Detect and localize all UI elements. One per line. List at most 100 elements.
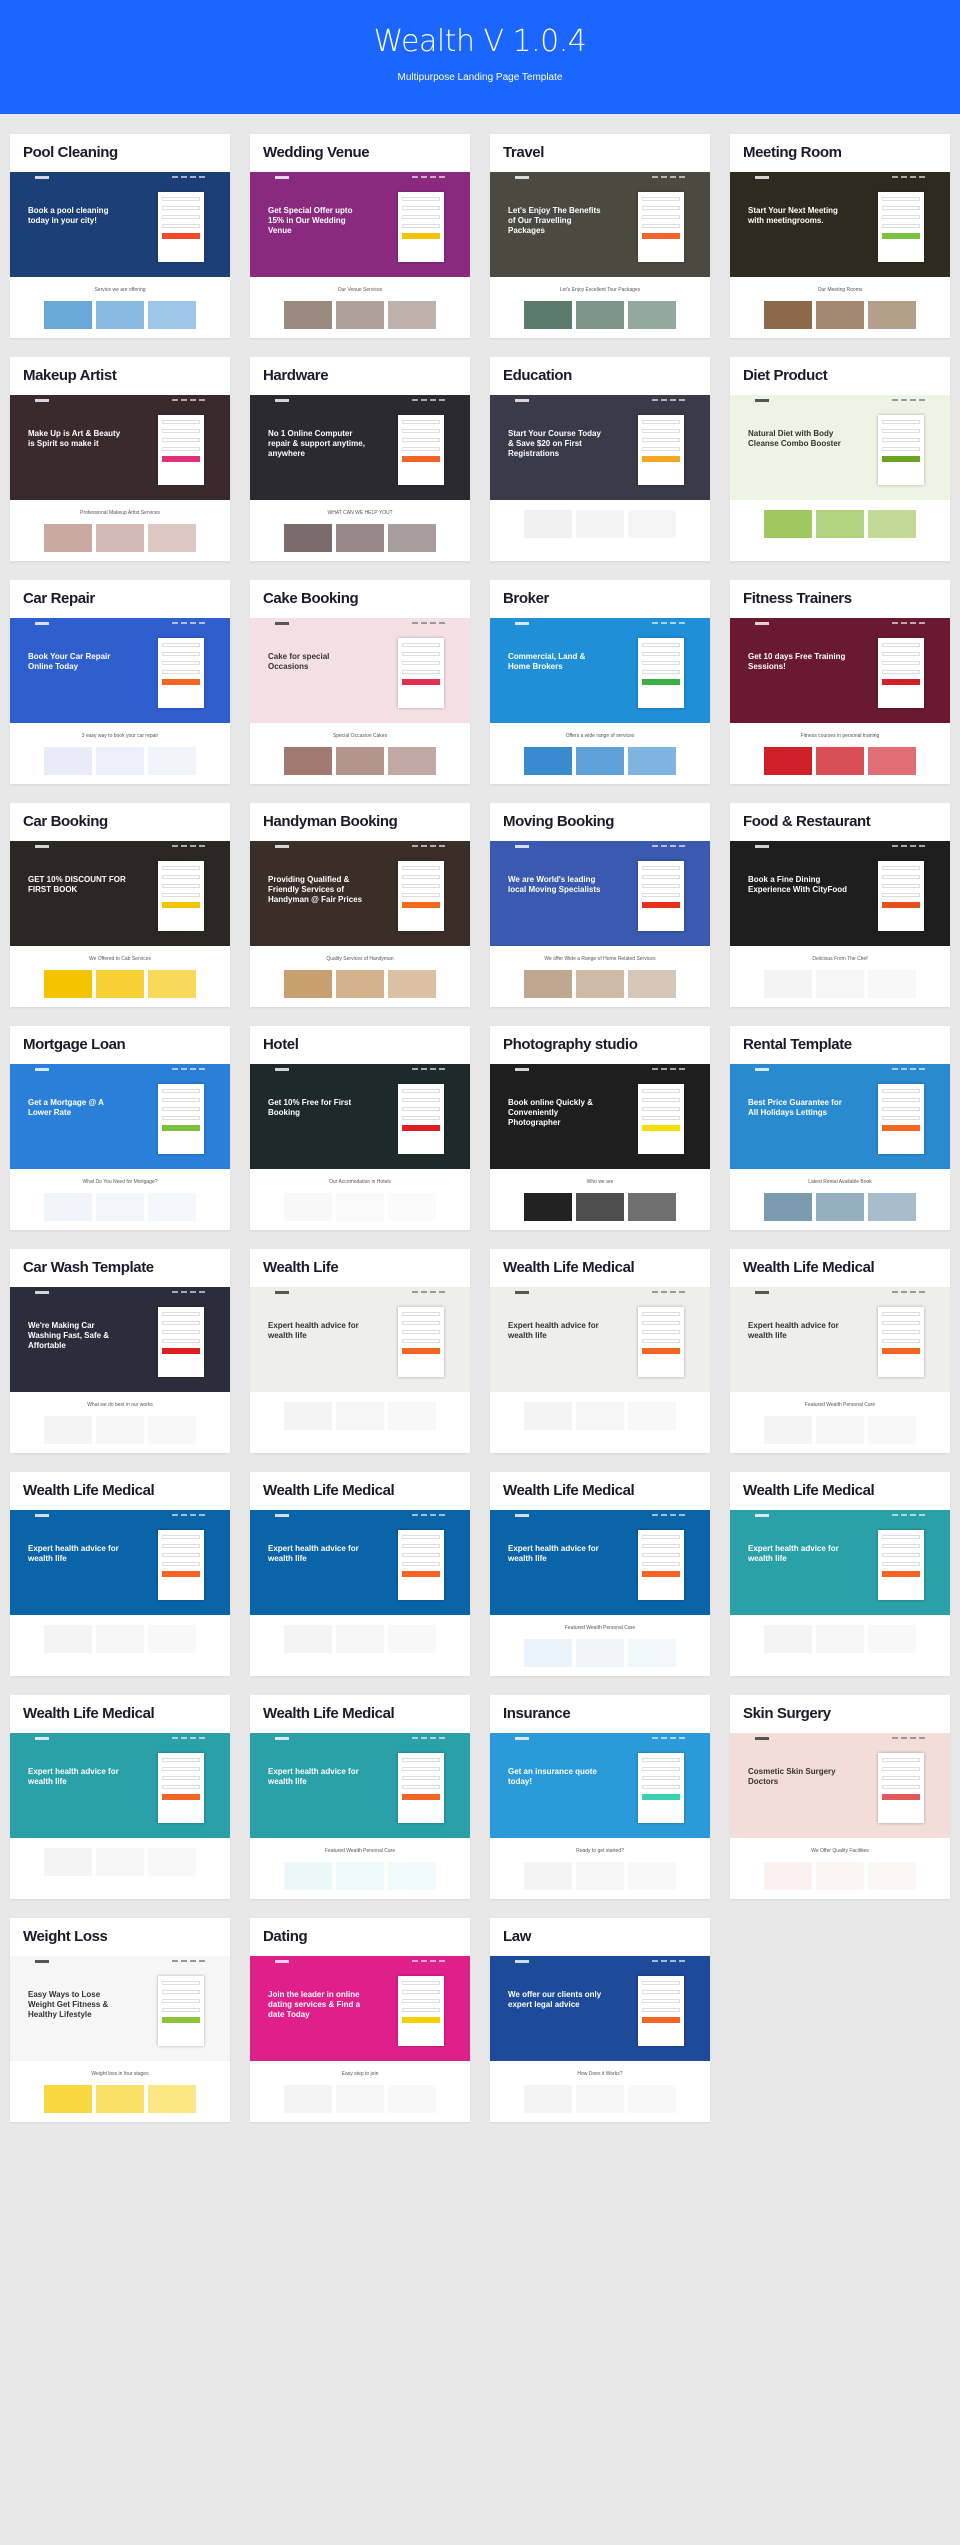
template-card[interactable]: Wealth Life Medical Expert health advice… — [10, 1472, 230, 1676]
template-title[interactable]: Wealth Life Medical — [10, 1695, 230, 1733]
template-preview-image[interactable]: Book a pool cleaning today in your city!… — [10, 172, 230, 338]
template-card[interactable]: Travel Let's Enjoy The Benefits of Our T… — [490, 134, 710, 338]
template-title[interactable]: Diet Product — [730, 357, 950, 395]
template-card[interactable]: Skin Surgery Cosmetic Skin Surgery Docto… — [730, 1695, 950, 1899]
template-card[interactable]: Weight Loss Easy Ways to Lose Weight Get… — [10, 1918, 230, 2122]
template-title[interactable]: Law — [490, 1918, 710, 1956]
template-preview-image[interactable]: Expert health advice for wealth life — [730, 1510, 950, 1676]
template-preview-image[interactable]: Book Your Car Repair Online Today 3 easy… — [10, 618, 230, 784]
template-preview-image[interactable]: Expert health advice for wealth life Fea… — [730, 1287, 950, 1453]
template-preview-image[interactable]: Expert health advice for wealth life Fea… — [250, 1733, 470, 1899]
template-title[interactable]: Wealth Life Medical — [490, 1249, 710, 1287]
template-card[interactable]: Wealth Life Medical Expert health advice… — [250, 1695, 470, 1899]
template-card[interactable]: Insurance Get an insurance quote today! … — [490, 1695, 710, 1899]
template-card[interactable]: Pool Cleaning Book a pool cleaning today… — [10, 134, 230, 338]
template-card[interactable]: Mortgage Loan Get a Mortgage @ A Lower R… — [10, 1026, 230, 1230]
template-preview-image[interactable]: Get an insurance quote today! Ready to g… — [490, 1733, 710, 1899]
template-card[interactable]: Makeup Artist Make Up is Art & Beauty is… — [10, 357, 230, 561]
template-preview-image[interactable]: Join the leader in online dating service… — [250, 1956, 470, 2122]
template-preview-image[interactable]: Best Price Guarantee for All Holidays Le… — [730, 1064, 950, 1230]
template-preview-image[interactable]: Expert health advice for wealth life — [250, 1510, 470, 1676]
template-preview-image[interactable]: Cosmetic Skin Surgery Doctors We Offer Q… — [730, 1733, 950, 1899]
template-preview-image[interactable]: Start Your Course Today & Save $20 on Fi… — [490, 395, 710, 561]
template-card[interactable]: Cake Booking Cake for special Occasions … — [250, 580, 470, 784]
template-title[interactable]: Wealth Life — [250, 1249, 470, 1287]
template-card[interactable]: Law We offer our clients only expert leg… — [490, 1918, 710, 2122]
template-title[interactable]: Wealth Life Medical — [10, 1472, 230, 1510]
template-preview-image[interactable]: No 1 Online Computer repair & support an… — [250, 395, 470, 561]
template-title[interactable]: Hotel — [250, 1026, 470, 1064]
template-title[interactable]: Skin Surgery — [730, 1695, 950, 1733]
template-card[interactable]: Wealth Life Medical Expert health advice… — [730, 1472, 950, 1676]
template-title[interactable]: Car Repair — [10, 580, 230, 618]
template-card[interactable]: Handyman Booking Providing Qualified & F… — [250, 803, 470, 1007]
template-card[interactable]: Hotel Get 10% Free for First Booking Our… — [250, 1026, 470, 1230]
template-title[interactable]: Mortgage Loan — [10, 1026, 230, 1064]
template-preview-image[interactable]: We're Making Car Washing Fast, Safe & Af… — [10, 1287, 230, 1453]
template-card[interactable]: Wealth Life Expert health advice for wea… — [250, 1249, 470, 1453]
template-title[interactable]: Photography studio — [490, 1026, 710, 1064]
template-title[interactable]: Fitness Trainers — [730, 580, 950, 618]
template-title[interactable]: Car Booking — [10, 803, 230, 841]
template-title[interactable]: Travel — [490, 134, 710, 172]
template-title[interactable]: Makeup Artist — [10, 357, 230, 395]
template-title[interactable]: Handyman Booking — [250, 803, 470, 841]
template-preview-image[interactable]: Start Your Next Meeting with meetingroom… — [730, 172, 950, 338]
template-title[interactable]: Food & Restaurant — [730, 803, 950, 841]
template-card[interactable]: Wealth Life Medical Expert health advice… — [490, 1249, 710, 1453]
template-preview-image[interactable]: Get 10 days Free Training Sessions! Fitn… — [730, 618, 950, 784]
template-card[interactable]: Car Repair Book Your Car Repair Online T… — [10, 580, 230, 784]
template-title[interactable]: Wealth Life Medical — [250, 1695, 470, 1733]
template-preview-image[interactable]: Expert health advice for wealth life — [10, 1510, 230, 1676]
template-card[interactable]: Hardware No 1 Online Computer repair & s… — [250, 357, 470, 561]
template-preview-image[interactable]: Expert health advice for wealth life Fea… — [490, 1510, 710, 1676]
template-title[interactable]: Wealth Life Medical — [490, 1472, 710, 1510]
template-card[interactable]: Moving Booking We are World's leading lo… — [490, 803, 710, 1007]
template-preview-image[interactable]: Easy Ways to Lose Weight Get Fitness & H… — [10, 1956, 230, 2122]
template-preview-image[interactable]: Get 10% Free for First Booking Our Accom… — [250, 1064, 470, 1230]
template-card[interactable]: Wealth Life Medical Expert health advice… — [10, 1695, 230, 1899]
template-title[interactable]: Education — [490, 357, 710, 395]
template-card[interactable]: Photography studio Book online Quickly &… — [490, 1026, 710, 1230]
template-preview-image[interactable]: Get a Mortgage @ A Lower Rate What Do Yo… — [10, 1064, 230, 1230]
template-preview-image[interactable]: We offer our clients only expert legal a… — [490, 1956, 710, 2122]
template-preview-image[interactable]: Commercial, Land & Home Brokers Offers a… — [490, 618, 710, 784]
template-title[interactable]: Moving Booking — [490, 803, 710, 841]
template-card[interactable]: Broker Commercial, Land & Home Brokers O… — [490, 580, 710, 784]
template-title[interactable]: Weight Loss — [10, 1918, 230, 1956]
template-title[interactable]: Wedding Venue — [250, 134, 470, 172]
template-title[interactable]: Wealth Life Medical — [250, 1472, 470, 1510]
template-preview-image[interactable]: Expert health advice for wealth life — [490, 1287, 710, 1453]
template-card[interactable]: Dating Join the leader in online dating … — [250, 1918, 470, 2122]
template-preview-image[interactable]: Cake for special Occasions Special Occas… — [250, 618, 470, 784]
template-title[interactable]: Insurance — [490, 1695, 710, 1733]
template-card[interactable]: Education Start Your Course Today & Save… — [490, 357, 710, 561]
template-preview-image[interactable]: Make Up is Art & Beauty is Spirit so mak… — [10, 395, 230, 561]
template-card[interactable]: Wedding Venue Get Special Offer upto 15%… — [250, 134, 470, 338]
template-card[interactable]: Meeting Room Start Your Next Meeting wit… — [730, 134, 950, 338]
template-title[interactable]: Wealth Life Medical — [730, 1472, 950, 1510]
template-card[interactable]: Wealth Life Medical Expert health advice… — [490, 1472, 710, 1676]
template-title[interactable]: Cake Booking — [250, 580, 470, 618]
template-preview-image[interactable]: Book online Quickly & Conveniently Photo… — [490, 1064, 710, 1230]
template-preview-image[interactable]: Natural Diet with Body Cleanse Combo Boo… — [730, 395, 950, 561]
template-title[interactable]: Car Wash Template — [10, 1249, 230, 1287]
template-preview-image[interactable]: Providing Qualified & Friendly Services … — [250, 841, 470, 1007]
template-preview-image[interactable]: Get Special Offer upto 15% in Our Weddin… — [250, 172, 470, 338]
template-card[interactable]: Car Booking GET 10% DISCOUNT FOR FIRST B… — [10, 803, 230, 1007]
template-preview-image[interactable]: Expert health advice for wealth life — [10, 1733, 230, 1899]
template-preview-image[interactable]: Book a Fine Dining Experience With CityF… — [730, 841, 950, 1007]
template-card[interactable]: Car Wash Template We're Making Car Washi… — [10, 1249, 230, 1453]
template-title[interactable]: Wealth Life Medical — [730, 1249, 950, 1287]
template-preview-image[interactable]: Expert health advice for wealth life — [250, 1287, 470, 1453]
template-title[interactable]: Dating — [250, 1918, 470, 1956]
template-card[interactable]: Food & Restaurant Book a Fine Dining Exp… — [730, 803, 950, 1007]
template-card[interactable]: Wealth Life Medical Expert health advice… — [730, 1249, 950, 1453]
template-card[interactable]: Fitness Trainers Get 10 days Free Traini… — [730, 580, 950, 784]
template-preview-image[interactable]: GET 10% DISCOUNT FOR FIRST BOOK We Offer… — [10, 841, 230, 1007]
template-title[interactable]: Hardware — [250, 357, 470, 395]
template-title[interactable]: Pool Cleaning — [10, 134, 230, 172]
template-title[interactable]: Rental Template — [730, 1026, 950, 1064]
template-title[interactable]: Meeting Room — [730, 134, 950, 172]
template-title[interactable]: Broker — [490, 580, 710, 618]
